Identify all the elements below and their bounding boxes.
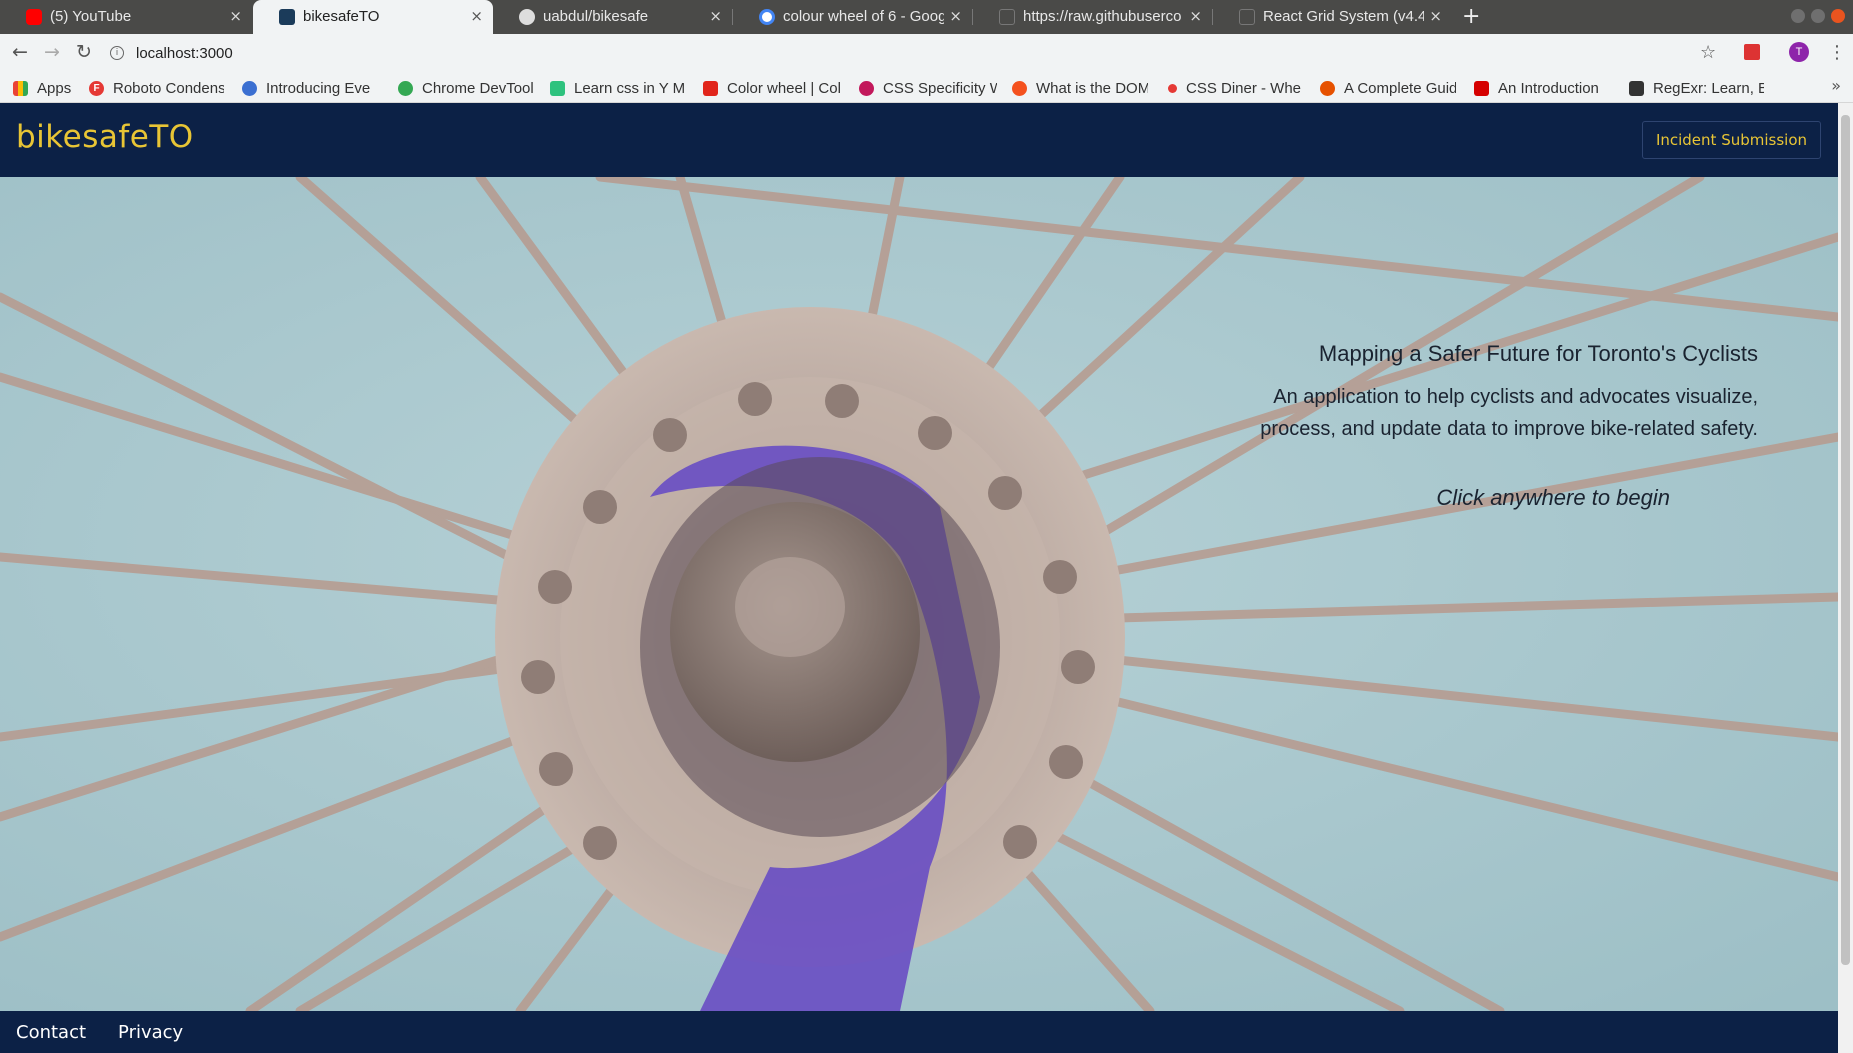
- url-text: localhost:3000: [136, 44, 233, 62]
- diner-icon: [1168, 83, 1177, 93]
- page-scrollbar[interactable]: [1838, 103, 1853, 1053]
- apps-grid-icon: [13, 80, 28, 96]
- tab-github[interactable]: uabdul/bikesafe ×: [493, 0, 732, 34]
- hero-text-block: Mapping a Safer Future for Toronto's Cyc…: [1198, 341, 1758, 511]
- bookmark-introducing[interactable]: Introducing Eve: [242, 78, 380, 98]
- bookmark-roboto[interactable]: F Roboto Condens: [89, 78, 224, 98]
- reload-icon[interactable]: ↻: [76, 41, 92, 63]
- site-icon: [1012, 80, 1027, 96]
- hero-section[interactable]: Mapping a Safer Future for Toronto's Cyc…: [0, 177, 1838, 1011]
- tab-title: (5) YouTube: [50, 8, 132, 25]
- more-bookmarks-icon[interactable]: »: [1831, 76, 1841, 95]
- info-icon[interactable]: i: [110, 46, 124, 60]
- tab-title: React Grid System (v4.4.2): [1263, 8, 1424, 25]
- forward-arrow-icon[interactable]: →: [44, 41, 60, 63]
- xm-icon: [550, 80, 565, 96]
- font-icon: F: [89, 80, 104, 96]
- site-icon: [1474, 80, 1489, 96]
- hero-subtitle: An application to help cyclists and advo…: [1260, 386, 1758, 440]
- hero-title: Mapping a Safer Future for Toronto's Cyc…: [1318, 341, 1758, 366]
- bookmark-regexr[interactable]: RegExr: Learn, B: [1629, 78, 1764, 98]
- bookmarks-bar: Apps F Roboto Condens Introducing Eve Ch…: [0, 72, 1853, 103]
- brand-logo[interactable]: bikesafeTO: [16, 119, 194, 155]
- scrollbar-thumb[interactable]: [1841, 115, 1850, 965]
- page-icon: [1239, 9, 1255, 25]
- bookmark-complete-guide[interactable]: A Complete Guid: [1320, 78, 1456, 98]
- tab-bikesafeto[interactable]: bikesafeTO ×: [253, 0, 493, 34]
- site-icon: [1320, 80, 1335, 96]
- bookmark-dom[interactable]: What is the DOM: [1012, 78, 1148, 98]
- react-icon: [279, 9, 295, 25]
- tab-title: https://raw.githubuserco: [1023, 8, 1182, 25]
- tab-title: colour wheel of 6 - Google: [783, 8, 944, 25]
- site-icon: [242, 80, 257, 96]
- close-window-icon[interactable]: [1831, 9, 1845, 23]
- extension-icon[interactable]: [1744, 44, 1760, 60]
- adobe-icon: [703, 80, 718, 96]
- regexr-icon: [1629, 80, 1644, 96]
- menu-kebab-icon[interactable]: ⋮: [1828, 42, 1846, 63]
- tab-google[interactable]: colour wheel of 6 - Google ×: [733, 0, 972, 34]
- youtube-icon: [26, 9, 42, 25]
- site-icon: [859, 80, 874, 96]
- tab-react-grid[interactable]: React Grid System (v4.4.2) ×: [1213, 0, 1452, 34]
- address-bar[interactable]: i localhost:3000: [110, 40, 1690, 66]
- tab-raw-github[interactable]: https://raw.githubuserco ×: [973, 0, 1212, 34]
- tab-youtube[interactable]: (5) YouTube ×: [0, 0, 252, 34]
- bookmark-color-wheel[interactable]: Color wheel | Col: [703, 78, 841, 98]
- page-icon: [999, 9, 1015, 25]
- close-tab-icon[interactable]: ×: [1189, 7, 1202, 25]
- bookmark-devtools[interactable]: Chrome DevTool: [398, 78, 533, 98]
- tab-title: uabdul/bikesafe: [543, 8, 649, 25]
- footer-link-contact[interactable]: Contact: [16, 1022, 86, 1043]
- bike-wheel-hub-image: [0, 177, 1838, 1011]
- close-tab-icon[interactable]: ×: [1429, 7, 1442, 25]
- page-viewport: bikesafeTO Incident Submission Mapping a…: [0, 103, 1838, 1053]
- bookmark-apps[interactable]: Apps: [13, 78, 75, 98]
- bookmark-learn-css[interactable]: Learn css in Y Mi: [550, 78, 685, 98]
- tab-title: bikesafeTO: [303, 8, 380, 25]
- bookmark-css-diner[interactable]: CSS Diner - Wher: [1168, 78, 1302, 98]
- app-header: bikesafeTO Incident Submission: [0, 103, 1838, 177]
- incident-submission-button[interactable]: Incident Submission: [1641, 121, 1821, 159]
- back-arrow-icon[interactable]: ←: [12, 41, 28, 63]
- bookmark-star-icon[interactable]: ☆: [1700, 42, 1716, 63]
- profile-avatar[interactable]: T: [1789, 42, 1809, 62]
- app-footer: Contact Privacy: [0, 1011, 1838, 1053]
- google-icon: [759, 9, 775, 25]
- close-tab-icon[interactable]: ×: [709, 7, 722, 25]
- close-tab-icon[interactable]: ×: [229, 7, 242, 25]
- maximize-icon[interactable]: [1811, 9, 1825, 23]
- close-tab-icon[interactable]: ×: [470, 7, 483, 25]
- devtools-icon: [398, 80, 413, 96]
- browser-tab-strip: (5) YouTube × bikesafeTO × uabdul/bikesa…: [0, 0, 1853, 34]
- footer-link-privacy[interactable]: Privacy: [118, 1022, 183, 1043]
- github-icon: [519, 9, 535, 25]
- close-tab-icon[interactable]: ×: [949, 7, 962, 25]
- minimize-icon[interactable]: [1791, 9, 1805, 23]
- bookmark-css-specificity[interactable]: CSS Specificity W: [859, 78, 997, 98]
- bookmark-introduction[interactable]: An Introduction: [1474, 78, 1608, 98]
- click-to-begin-prompt[interactable]: Click anywhere to begin: [1198, 485, 1670, 511]
- new-tab-icon[interactable]: +: [1462, 4, 1480, 29]
- browser-toolbar: ← → ↻ i localhost:3000 ☆ T ⋮: [0, 34, 1853, 72]
